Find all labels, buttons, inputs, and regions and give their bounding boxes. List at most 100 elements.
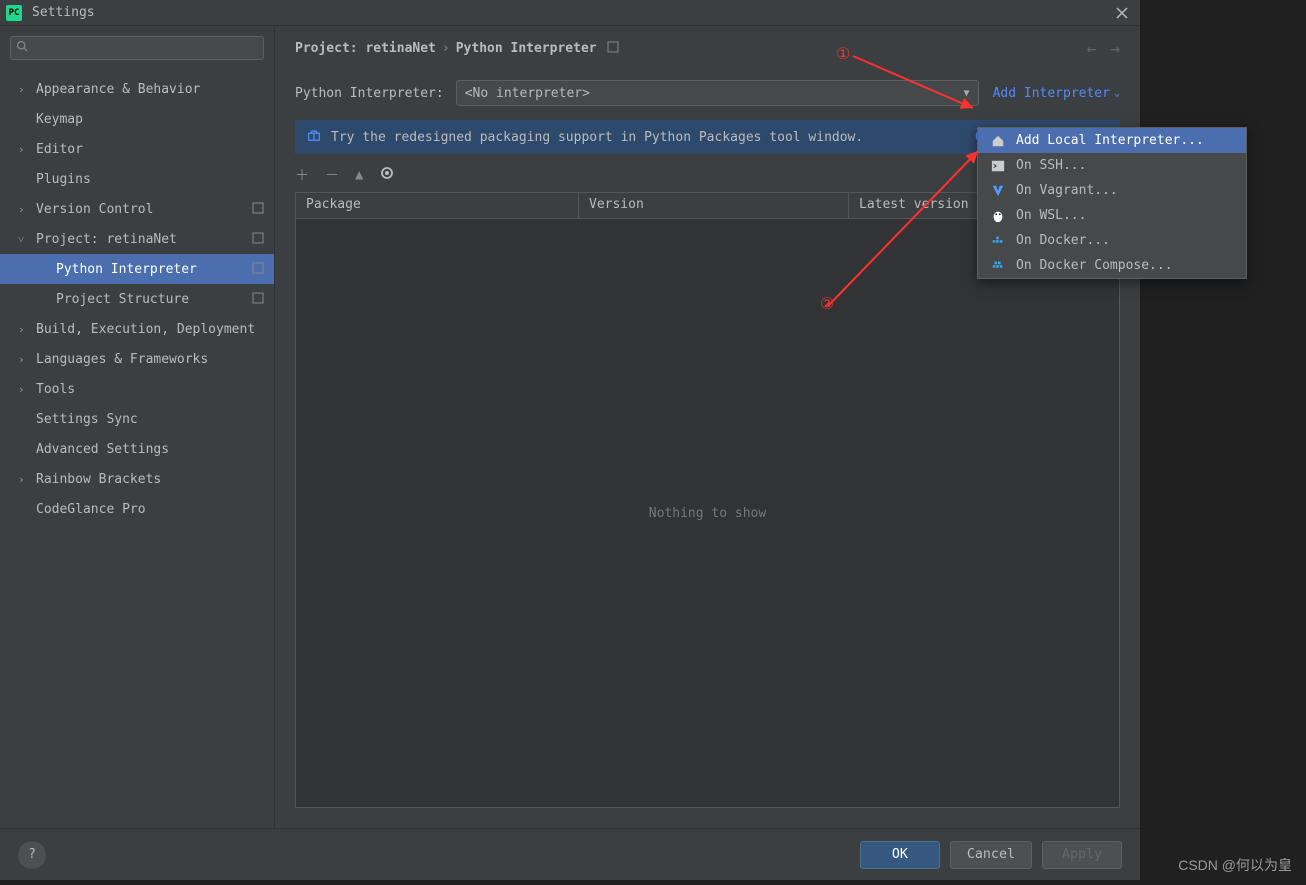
nav-arrows: ← →: [1087, 39, 1120, 58]
tree-item[interactable]: › Build, Execution, Deployment: [0, 314, 274, 344]
tree-item-label: Advanced Settings: [36, 442, 169, 457]
chevron-icon: ›: [18, 473, 25, 486]
tree-item[interactable]: Advanced Settings: [0, 434, 274, 464]
tree-item[interactable]: Python Interpreter: [0, 254, 274, 284]
interpreter-menu-item[interactable]: On WSL...: [978, 203, 1246, 228]
breadcrumb: Project: retinaNet › Python Interpreter …: [275, 26, 1140, 70]
dockerc-icon: [990, 258, 1006, 274]
tree-item-label: Version Control: [36, 202, 153, 217]
breadcrumb-item: Project: retinaNet: [295, 41, 436, 56]
chevron-down-icon: ▼: [964, 88, 970, 99]
column-package[interactable]: Package: [296, 193, 579, 218]
watermark: CSDN @何以为皇: [1178, 855, 1292, 875]
tree-item-label: Project: retinaNet: [36, 232, 177, 247]
vagrant-icon: [990, 183, 1006, 199]
chevron-icon: ›: [18, 143, 25, 156]
tree-item[interactable]: Settings Sync: [0, 404, 274, 434]
show-early-releases-button[interactable]: [379, 165, 395, 185]
dialog-footer: ? OK Cancel Apply: [0, 828, 1140, 880]
tree-item-label: Appearance & Behavior: [36, 82, 200, 97]
chevron-icon: ›: [18, 203, 25, 216]
linux-icon: [990, 208, 1006, 224]
ok-button[interactable]: OK: [860, 841, 940, 869]
menu-item-label: On WSL...: [1016, 208, 1086, 223]
apply-button[interactable]: Apply: [1042, 841, 1122, 869]
tree-item-label: Keymap: [36, 112, 83, 127]
help-button[interactable]: ?: [18, 841, 46, 869]
interpreter-menu-item[interactable]: On Docker...: [978, 228, 1246, 253]
reset-icon[interactable]: [607, 41, 619, 56]
tree-item[interactable]: ˅ Project: retinaNet: [0, 224, 274, 254]
breadcrumb-item: Python Interpreter: [456, 41, 597, 56]
term-icon: [990, 158, 1006, 174]
interpreter-menu-item[interactable]: On Docker Compose...: [978, 253, 1246, 278]
nav-back-button[interactable]: ←: [1087, 39, 1097, 58]
tree-item[interactable]: Keymap: [0, 104, 274, 134]
window-title: Settings: [32, 5, 1110, 20]
menu-item-label: On Vagrant...: [1016, 183, 1118, 198]
interpreter-dropdown[interactable]: <No interpreter> ▼: [456, 80, 979, 106]
tree-item-label: Languages & Frameworks: [36, 352, 208, 367]
interpreter-label: Python Interpreter:: [295, 86, 444, 101]
tree-item-label: CodeGlance Pro: [36, 502, 146, 517]
docker-icon: [990, 233, 1006, 249]
annotation-label-1: ①: [836, 44, 850, 63]
annotation-label-2: ②: [820, 294, 834, 313]
tree-item-label: Plugins: [36, 172, 91, 187]
modified-icon: [252, 202, 264, 217]
interpreter-value: <No interpreter>: [465, 86, 590, 101]
tree-item-label: Rainbow Brackets: [36, 472, 161, 487]
modified-icon: [252, 262, 264, 277]
settings-window: PC Settings › Appearance & Behavior Keymap…: [0, 0, 1140, 880]
nav-forward-button[interactable]: →: [1110, 39, 1120, 58]
upgrade-package-button[interactable]: ▲: [355, 167, 363, 183]
interpreter-menu-item[interactable]: On Vagrant...: [978, 178, 1246, 203]
tree-item-label: Project Structure: [56, 292, 189, 307]
modified-icon: [252, 232, 264, 247]
add-package-button[interactable]: ＋: [295, 165, 309, 185]
tree-item[interactable]: Plugins: [0, 164, 274, 194]
tree-item[interactable]: › Version Control: [0, 194, 274, 224]
home-icon: [990, 133, 1006, 149]
add-interpreter-menu: Add Local Interpreter... On SSH... On Vagr…: [977, 127, 1247, 279]
tree-item-label: Settings Sync: [36, 412, 138, 427]
titlebar: PC Settings: [0, 0, 1140, 26]
table-empty-state: Nothing to show: [296, 219, 1119, 807]
chevron-down-icon: ⌄: [1114, 88, 1120, 99]
tree-item-label: Editor: [36, 142, 83, 157]
column-version[interactable]: Version: [579, 193, 849, 218]
tree-item[interactable]: › Editor: [0, 134, 274, 164]
chevron-icon: ˅: [18, 233, 24, 246]
tree-item[interactable]: Project Structure: [0, 284, 274, 314]
chevron-icon: ›: [18, 323, 25, 336]
sidebar: › Appearance & Behavior Keymap › Editor Plugi…: [0, 26, 275, 828]
interpreter-menu-item[interactable]: Add Local Interpreter...: [978, 128, 1246, 153]
search-icon: [16, 40, 29, 57]
menu-item-label: Add Local Interpreter...: [1016, 133, 1204, 148]
app-icon: PC: [6, 5, 22, 21]
chevron-icon: ›: [18, 383, 25, 396]
banner-text: Try the redesigned packaging support in …: [331, 130, 863, 145]
menu-item-label: On Docker Compose...: [1016, 258, 1173, 273]
tree-item[interactable]: › Languages & Frameworks: [0, 344, 274, 374]
search-input[interactable]: [10, 36, 264, 60]
tree-item[interactable]: › Tools: [0, 374, 274, 404]
add-interpreter-link[interactable]: Add Interpreter ⌄: [993, 86, 1120, 101]
tree-item-label: Tools: [36, 382, 75, 397]
tree-item[interactable]: › Appearance & Behavior: [0, 74, 274, 104]
tree-item-label: Build, Execution, Deployment: [36, 322, 255, 337]
gift-icon: [307, 128, 321, 146]
chevron-icon: ›: [18, 353, 25, 366]
interpreter-menu-item[interactable]: On SSH...: [978, 153, 1246, 178]
close-button[interactable]: [1110, 1, 1134, 25]
remove-package-button[interactable]: －: [325, 165, 339, 185]
tree-item[interactable]: CodeGlance Pro: [0, 494, 274, 524]
tree-item[interactable]: › Rainbow Brackets: [0, 464, 274, 494]
modified-icon: [252, 292, 264, 307]
cancel-button[interactable]: Cancel: [950, 841, 1032, 869]
menu-item-label: On SSH...: [1016, 158, 1086, 173]
breadcrumb-separator: ›: [442, 41, 450, 56]
chevron-icon: ›: [18, 83, 25, 96]
menu-item-label: On Docker...: [1016, 233, 1110, 248]
package-table: Package Version Latest version Nothing t…: [295, 192, 1120, 808]
